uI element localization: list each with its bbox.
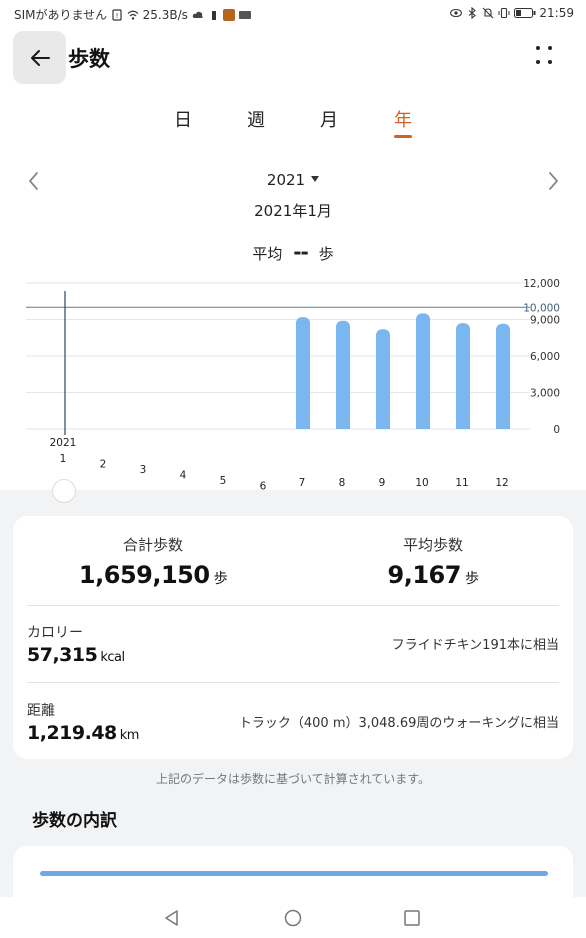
x-tick-label: 4 [180, 470, 187, 482]
selected-period: 2021年1月 [254, 202, 332, 220]
tab-year-label: 年 [394, 110, 412, 131]
total-steps-value: 1,659,150 [78, 561, 210, 589]
tab-year[interactable]: 年 [383, 106, 423, 138]
x-tick-label: 2 [100, 459, 107, 471]
battery-icon [513, 8, 536, 18]
x-tick-label: 1 [60, 453, 67, 465]
caret-down-icon [311, 176, 320, 182]
y-tick-label: 9,000 [530, 315, 560, 327]
tab-week[interactable]: 週 [236, 106, 276, 132]
mute-icon [482, 7, 494, 19]
distance-unit: km [119, 728, 140, 743]
back-button[interactable] [13, 31, 66, 84]
breakdown-title: 歩数の内訳 [32, 811, 117, 831]
notification-icon [239, 11, 252, 19]
year-selector-label: 2021 [266, 171, 306, 189]
app-bar: 歩数 [0, 30, 586, 86]
bar-base [496, 423, 510, 429]
bar [296, 317, 310, 429]
svg-text:!: ! [116, 12, 119, 20]
steps-bar-chart[interactable]: 12,00010,0009,0006,0003,00001 2 3 4 5 6 7 8 9 10 1… [0, 265, 586, 495]
app-icon [223, 9, 236, 21]
x-year-label: 2021 [50, 437, 77, 449]
bar [456, 323, 470, 429]
summary-card: 合計歩数 1,659,150 歩 平均歩数 9,167 歩 カロリー 57,315 k… [13, 516, 573, 759]
breakdown-bar [40, 871, 548, 876]
bar-base [376, 423, 390, 429]
arrow-left-icon [30, 49, 50, 66]
x-tick-label: 6 [260, 481, 267, 493]
nav-recents-icon[interactable] [401, 907, 423, 929]
divider [27, 682, 559, 683]
eye-icon [450, 8, 463, 18]
x-tick-label: 5 [220, 475, 227, 487]
x-tick-label: 7 [299, 477, 306, 489]
average-row: 平均 -- 歩 [0, 240, 586, 264]
total-steps-label: 合計歩数 [122, 536, 183, 554]
wifi-icon [127, 10, 139, 20]
tab-month[interactable]: 月 [309, 106, 349, 132]
x-tick-label: 11 [455, 477, 468, 489]
x-tick-label: 12 [495, 477, 508, 489]
average-steps: 平均歩数 9,167 歩 [293, 534, 573, 589]
chart-scrub-handle[interactable] [52, 479, 76, 503]
more-options-button[interactable] [534, 44, 562, 72]
tab-day[interactable]: 日 [163, 106, 203, 132]
average-unit: 歩 [318, 245, 334, 263]
y-tick-label: 0 [553, 424, 560, 436]
x-tick-label: 8 [339, 477, 346, 489]
bar [416, 313, 430, 429]
y-tick-label: 12,000 [523, 278, 560, 290]
calories-equivalent: フライドチキン191本に相当 [391, 638, 559, 653]
page-title: 歩数 [68, 47, 110, 71]
bar-base [336, 423, 350, 429]
x-tick-label: 9 [379, 477, 386, 489]
calories-unit: kcal [100, 650, 125, 665]
calculation-note: 上記のデータは歩数に基づいて計算されています。 [155, 772, 431, 786]
bar-base [456, 423, 470, 429]
nav-home-icon[interactable] [282, 907, 304, 929]
bar-base [296, 423, 310, 429]
calories-value: 57,315 [27, 644, 98, 666]
distance-row: 距離 1,219.48 km トラック（400 m）3,048.69周のウォーキン… [27, 700, 559, 744]
tab-active-indicator [394, 135, 412, 138]
system-nav-bar [0, 897, 586, 938]
nav-back-icon[interactable] [161, 907, 183, 929]
total-steps-unit: 歩 [213, 571, 228, 587]
bar [376, 329, 390, 429]
average-steps-label: 平均歩数 [402, 536, 463, 554]
average-steps-unit: 歩 [464, 571, 479, 587]
y-tick-label: 6,000 [530, 351, 560, 363]
carrier-text: SIMがありません [14, 8, 108, 22]
y-tick-label: 10,000 [523, 302, 560, 314]
calories-row: カロリー 57,315 kcal フライドチキン191本に相当 [27, 622, 559, 666]
bar-base [416, 423, 430, 429]
sim-icon: ! [112, 9, 122, 21]
average-label: 平均 [252, 245, 283, 263]
x-tick-label: 3 [140, 464, 147, 476]
vibrate-icon [498, 7, 510, 19]
status-bar: SIMがありません ! 25.3B/s 21:59 [0, 0, 586, 28]
clock: 21:59 [539, 6, 574, 20]
y-tick-label: 3,000 [530, 388, 560, 400]
divider [27, 605, 559, 606]
battery-small-icon [211, 11, 216, 20]
network-speed: 25.3B/s [142, 8, 188, 22]
distance-equivalent: トラック（400 m）3,048.69周のウォーキングに相当 [238, 716, 559, 731]
average-value: -- [293, 240, 309, 264]
distance-value: 1,219.48 [27, 722, 117, 744]
x-tick-label: 10 [415, 477, 428, 489]
year-selector[interactable]: 2021 [0, 171, 586, 189]
bar [336, 320, 350, 429]
period-tabs: 日 週 月 年 [0, 106, 586, 146]
total-steps: 合計歩数 1,659,150 歩 [13, 534, 293, 589]
cloud-icon [192, 11, 203, 18]
average-steps-value: 9,167 [387, 561, 462, 589]
bluetooth-icon [468, 7, 476, 19]
bar [496, 323, 510, 429]
